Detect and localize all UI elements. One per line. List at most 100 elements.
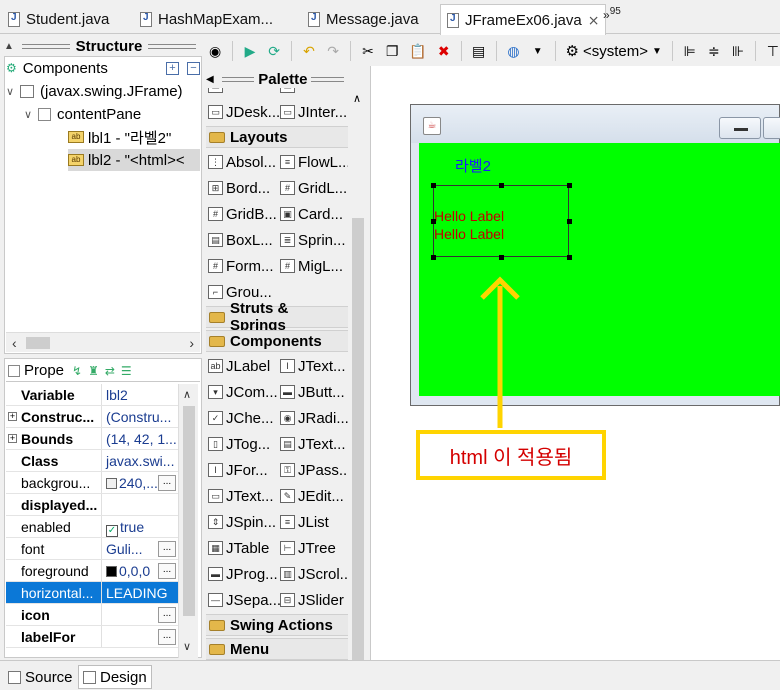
palette-category-struts-springs[interactable]: Struts & Springs xyxy=(206,300,348,334)
property-row-horizontal-alignment[interactable]: horizontal... LEADING xyxy=(6,582,178,604)
cut-icon[interactable]: ✂ xyxy=(361,42,375,60)
palette-item-card-layout[interactable]: ▣ Card... xyxy=(280,202,348,226)
grip-icon[interactable] xyxy=(221,76,255,82)
property-value[interactable]: javax.swi... xyxy=(102,450,178,471)
palette-item-jseparator[interactable]: — JSepa... xyxy=(208,588,280,612)
palette-item-jeditorpane[interactable]: ✎ JEdit... xyxy=(280,484,348,508)
resize-handle[interactable] xyxy=(567,255,572,260)
property-value[interactable] xyxy=(102,494,178,515)
collapse-triangle-icon[interactable]: ◀ xyxy=(206,74,214,85)
palette-item-jscrollpane[interactable]: ▥ JScrol... xyxy=(280,562,348,586)
scroll-up-icon[interactable]: ∧ xyxy=(353,92,361,105)
palette-category-components[interactable]: Components xyxy=(206,330,348,352)
palette-item-jtogglebutton[interactable]: ▯ JTog... xyxy=(208,432,280,456)
property-value[interactable]: ... xyxy=(102,626,178,647)
palette-item-jradiobutton[interactable]: ◉ JRadi... xyxy=(280,406,348,430)
property-row-foreground[interactable]: foreground 0,0,0... xyxy=(6,560,178,582)
tab-message-java[interactable]: Message.java xyxy=(308,4,419,34)
palette-category-menu[interactable]: Menu xyxy=(206,638,348,660)
palette-item-jcombobox[interactable]: ▾ JCom... xyxy=(208,380,280,404)
property-value[interactable]: ✓ true xyxy=(102,516,178,537)
grip-icon[interactable] xyxy=(148,43,196,49)
property-row-class[interactable]: Class javax.swi... xyxy=(6,450,178,472)
copy-icon[interactable]: ❐ xyxy=(385,42,399,60)
tree-item-jframe[interactable]: ∨ (javax.swing.JFrame) xyxy=(6,80,183,102)
redo-icon[interactable]: ↷ xyxy=(326,42,340,60)
chevron-down-icon[interactable]: ∨ xyxy=(6,85,20,98)
property-row-variable[interactable]: Variable lbl2 xyxy=(6,384,178,406)
test-gui-icon[interactable]: ◉ xyxy=(208,42,222,60)
palette-item-jinternalframe[interactable]: ▭ JInter... xyxy=(280,100,348,124)
expand-icon[interactable]: + xyxy=(8,412,17,421)
palette-item-gridbag-layout[interactable]: # GridB... xyxy=(208,202,280,226)
scroll-right-icon[interactable]: › xyxy=(189,335,194,351)
grip-icon[interactable] xyxy=(21,43,70,49)
palette-item-form-layout[interactable]: # Form... xyxy=(208,254,280,278)
palette-item-jtree[interactable]: ⊢ JTree xyxy=(280,536,348,560)
property-row-labelfor[interactable]: labelFor ... xyxy=(6,626,178,648)
align-right-icon[interactable]: ⊪ xyxy=(731,42,745,60)
palette-item-jdesktoppane[interactable]: ▭ JDesk... xyxy=(208,100,280,124)
property-row-enabled[interactable]: enabled ✓ true xyxy=(6,516,178,538)
palette-item[interactable]: ▭ xyxy=(280,88,348,98)
jframe-preview[interactable]: ☕ 라벨2 Hello Label Hello Label xyxy=(410,104,780,406)
close-icon[interactable]: ⨯ xyxy=(588,12,600,29)
palette-category-layouts[interactable]: Layouts xyxy=(206,126,348,148)
property-row-displayed[interactable]: displayed... xyxy=(6,494,178,516)
property-value[interactable]: LEADING xyxy=(102,582,178,603)
palette-item-jtextarea[interactable]: ▤ JText... xyxy=(280,432,348,456)
palette-item-flow-layout[interactable]: ≡ FlowL... xyxy=(280,150,348,174)
edit-button[interactable]: ... xyxy=(158,607,176,623)
refresh-icon[interactable]: ⟳ xyxy=(267,42,281,60)
palette-item-jtable[interactable]: ▦ JTable xyxy=(208,536,280,560)
resize-handle[interactable] xyxy=(431,183,436,188)
palette-item-jprogressbar[interactable]: ▬ JProg... xyxy=(208,562,280,586)
property-value[interactable]: 240,...... xyxy=(102,472,178,493)
edit-button[interactable]: ... xyxy=(158,629,176,645)
palette-item-spring-layout[interactable]: ≣ Sprin... xyxy=(280,228,348,252)
tree-item-lbl1[interactable]: ab lbl1 - "라벨2" xyxy=(68,126,171,148)
chevron-down-icon[interactable]: ▼ xyxy=(531,42,545,60)
palette-item-mig-layout[interactable]: # MigL... xyxy=(280,254,348,278)
palette-item-grid-layout[interactable]: # GridL... xyxy=(280,176,348,200)
property-row-font[interactable]: font Guli...... xyxy=(6,538,178,560)
expand-icon[interactable]: + xyxy=(8,434,17,443)
property-value[interactable]: lbl2 xyxy=(102,384,178,405)
collapse-triangle-icon[interactable]: ▲ xyxy=(4,41,14,52)
tab-hashmapexam[interactable]: HashMapExam... xyxy=(140,4,273,34)
expand-all-icon[interactable]: + xyxy=(166,61,179,75)
align-top-icon[interactable]: ⊤ xyxy=(766,42,780,60)
paste-icon[interactable]: 📋 xyxy=(409,42,426,60)
palette-item-jcheckbox[interactable]: ✓ JChe... xyxy=(208,406,280,430)
align-left-icon[interactable]: ⊫ xyxy=(683,42,697,60)
resize-handle[interactable] xyxy=(431,255,436,260)
property-row-icon[interactable]: icon ... xyxy=(6,604,178,626)
palette-item-jbutton[interactable]: ▬ JButt... xyxy=(280,380,348,404)
palette-item-absolute-layout[interactable]: ⋮ Absol... xyxy=(208,150,280,174)
edit-button[interactable]: ... xyxy=(158,541,176,557)
grip-icon[interactable] xyxy=(311,76,344,82)
tab-design[interactable]: Design xyxy=(78,665,152,689)
scroll-up-icon[interactable]: ∧ xyxy=(183,388,191,401)
scrollbar-thumb[interactable] xyxy=(183,406,195,616)
tab-source[interactable]: Source xyxy=(4,665,77,689)
show-events-icon[interactable]: ↯ xyxy=(72,364,82,378)
property-row-constructor[interactable]: + Construc... (Constru... xyxy=(6,406,178,428)
scrollbar-thumb[interactable] xyxy=(352,218,364,690)
minimize-button[interactable] xyxy=(719,117,761,139)
jframe-titlebar[interactable]: ☕ xyxy=(411,105,780,143)
undo-icon[interactable]: ↶ xyxy=(302,42,316,60)
edit-button[interactable]: ... xyxy=(158,475,176,491)
palette-item-jtextpane[interactable]: ▭ JText... xyxy=(208,484,280,508)
palette-item-jslider[interactable]: ⊟ JSlider xyxy=(280,588,348,612)
resize-handle[interactable] xyxy=(567,183,572,188)
align-center-icon[interactable]: ≑ xyxy=(707,42,721,60)
tab-student-java[interactable]: Student.java xyxy=(8,4,109,34)
chevron-down-icon[interactable]: ∨ xyxy=(24,108,38,121)
lbl1-label[interactable]: 라벨2 xyxy=(455,155,491,176)
property-row-bounds[interactable]: + Bounds (14, 42, 1... xyxy=(6,428,178,450)
palette-item-border-layout[interactable]: ⊞ Bord... xyxy=(208,176,280,200)
property-value[interactable]: Guli...... xyxy=(102,538,178,559)
resize-handle[interactable] xyxy=(499,255,504,260)
tree-item-lbl2[interactable]: ab lbl2 - "<html>< xyxy=(68,149,200,171)
